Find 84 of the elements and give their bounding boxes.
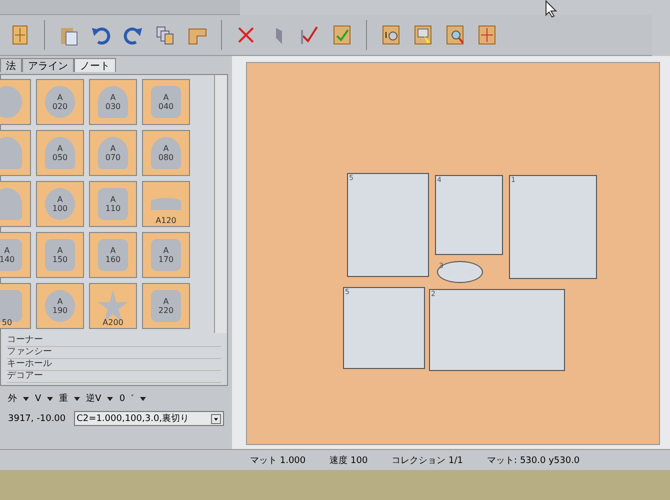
pointer-frame-icon[interactable] (412, 24, 434, 46)
shape-tile[interactable]: A 140 (0, 232, 31, 278)
shape-number: 030 (105, 102, 121, 111)
panel-tab[interactable]: ノート (74, 58, 116, 72)
caret-icon (23, 396, 29, 400)
status-text: マット 1.000 (250, 454, 306, 466)
mat-cutout (0, 188, 22, 220)
shape-number: 070 (105, 153, 121, 162)
shape-number: 150 (52, 255, 68, 264)
stacked-pages-icon[interactable] (154, 24, 176, 46)
shape-number: A120 (156, 216, 176, 225)
shape-code: A (57, 297, 63, 306)
grid-frame-icon[interactable] (476, 24, 498, 46)
status-text: マット: 530.0 y530.0 (487, 454, 580, 466)
caret-icon (74, 396, 80, 400)
shape-number: 080 (158, 153, 174, 162)
shape-code: A (57, 246, 63, 255)
shape-tile[interactable]: A 050 (36, 130, 84, 176)
shape-tile[interactable]: A 070 (89, 130, 137, 176)
shape-number: 170 (158, 255, 174, 264)
shape-code: A (163, 246, 169, 255)
shape-number: 100 (52, 204, 68, 213)
option-dropdown[interactable]: 逆V (86, 392, 102, 405)
panel-tab[interactable]: 法 (0, 58, 22, 72)
coordinates: 3917, -10.00 (8, 414, 66, 424)
shape-code: A (163, 144, 169, 153)
caret-icon (107, 396, 114, 400)
shape-tile[interactable]: 50 (0, 283, 31, 329)
shape-code: A (163, 93, 169, 102)
shape-tile[interactable]: A 110 (89, 181, 137, 227)
shape-number: 190 (52, 306, 68, 315)
shape-tile[interactable]: A200 (89, 283, 137, 329)
shape-tile[interactable]: A 190 (36, 283, 84, 329)
shape-number: 140 (0, 255, 15, 264)
cursor-icon (545, 0, 557, 18)
caret-icon (140, 396, 146, 400)
shape-tile[interactable]: A 080 (142, 130, 190, 176)
category-item[interactable]: コーナー (7, 335, 221, 347)
shape-number: A200 (102, 318, 124, 327)
shape-number: 110 (105, 204, 121, 213)
option-dropdown[interactable]: 重 (59, 392, 68, 405)
shape-tile[interactable]: A 220 (142, 283, 190, 329)
shape-number: 160 (105, 255, 121, 264)
category-item[interactable]: ファンシー (7, 347, 221, 359)
shape-code: A (110, 93, 116, 102)
mat-cutout (151, 198, 181, 210)
check-frame-icon[interactable] (331, 24, 353, 46)
magnifier-frame-icon[interactable] (444, 24, 466, 46)
shape-code: A (57, 144, 63, 153)
shape-code: A (163, 297, 169, 306)
shape-number: 040 (158, 102, 174, 111)
shape-tile[interactable]: A 160 (89, 232, 137, 278)
category-item[interactable]: デコアー (7, 371, 221, 383)
shape-number: 50 (2, 318, 12, 327)
caret-icon (211, 414, 221, 424)
shape-tile[interactable]: A 030 (89, 79, 137, 125)
option-dropdown[interactable]: V (35, 394, 42, 404)
scrollbar[interactable] (214, 75, 227, 333)
option-dropdown[interactable]: 0゛ (119, 392, 134, 405)
shape-number: 220 (158, 306, 174, 315)
shape-code: A (110, 144, 116, 153)
mat-cutout (0, 86, 22, 118)
shape-tile[interactable]: A 150 (36, 232, 84, 278)
shape-code: A (57, 93, 63, 102)
shape-tile[interactable]: A 100 (36, 181, 84, 227)
panel-tab[interactable]: アライン (22, 58, 74, 72)
shape-tile[interactable]: A 020 (36, 79, 84, 125)
shape-code: A (4, 246, 10, 255)
status-text: 速度 100 (330, 454, 368, 466)
status-text: コレクション 1/1 (392, 454, 464, 466)
shape-code: A (110, 246, 116, 255)
shape-tile[interactable]: A120 (142, 181, 190, 227)
cut-setting-dropdown[interactable]: C2=1.000,100,3.0,裏切り (74, 411, 224, 426)
shape-code: A (110, 195, 116, 204)
caret-icon (47, 396, 54, 400)
numbered-frame-icon[interactable] (380, 24, 402, 46)
shape-tile[interactable]: A 170 (142, 232, 190, 278)
shape-code: A (57, 195, 63, 204)
shape-tile[interactable]: A 040 (142, 79, 190, 125)
shape-number: 020 (52, 102, 68, 111)
category-item[interactable]: キーホール (7, 359, 221, 371)
mat-cutout (0, 137, 22, 169)
option-dropdown[interactable]: 外 (8, 392, 17, 405)
shape-number: 050 (52, 153, 68, 162)
